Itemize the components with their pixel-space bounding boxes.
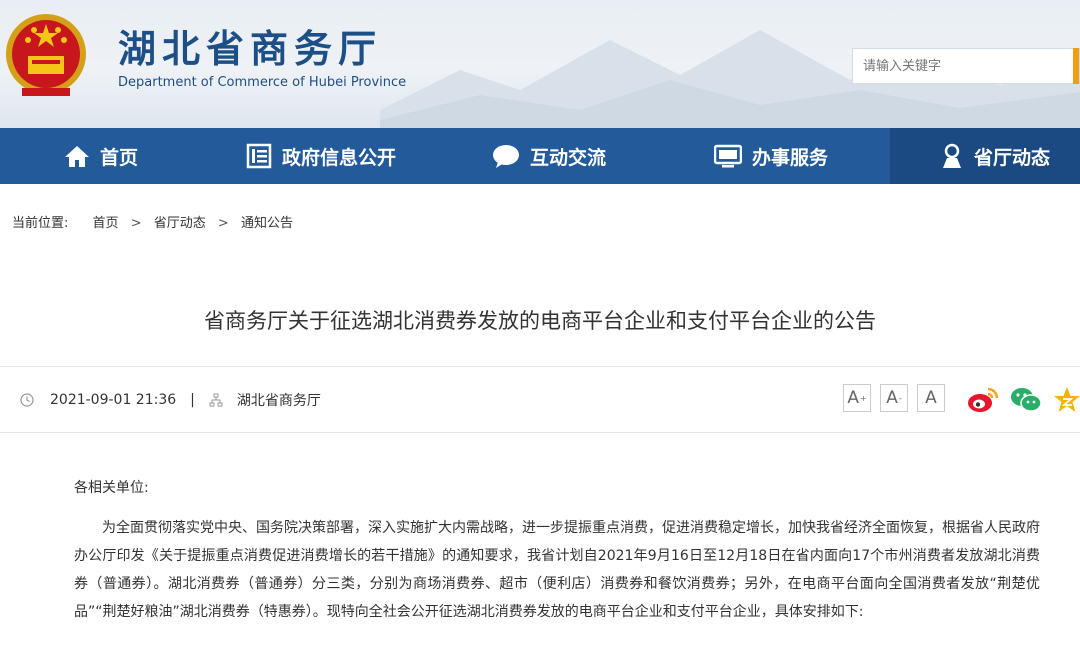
font-button-label: A [847, 388, 859, 408]
nav-item-services[interactable]: 办事服务 [714, 128, 828, 184]
search-button[interactable] [1073, 48, 1079, 84]
article-body: 各相关单位: 为全面贯彻落实党中央、国务院决策部署，深入实施扩大内需战略，进一步… [74, 474, 1040, 626]
qzone-icon[interactable] [1054, 386, 1080, 414]
breadcrumb-dept-news[interactable]: 省厅动态 [154, 216, 206, 231]
sitemap-icon [209, 393, 223, 407]
font-button-label: A [886, 388, 898, 408]
search-input[interactable] [853, 49, 1073, 83]
nav-label: 政府信息公开 [282, 146, 397, 169]
site-subtitle: Department of Commerce of Hubei Province [118, 75, 407, 90]
article-meta: 2021-09-01 21:36 | 湖北省商务厅 [20, 390, 321, 410]
nav-label: 省厅动态 [974, 146, 1051, 169]
breadcrumb-separator: > [217, 216, 229, 231]
font-decrease-button[interactable]: A- [880, 384, 908, 412]
weibo-icon[interactable] [967, 386, 999, 414]
divider [0, 366, 1080, 367]
font-increase-button[interactable]: A + [843, 384, 871, 412]
breadcrumb-separator: > [130, 216, 142, 231]
nav-item-home[interactable]: 首页 [64, 128, 138, 184]
article-greeting: 各相关单位: [74, 480, 149, 496]
divider [0, 432, 1080, 433]
nav-item-interaction[interactable]: 互动交流 [492, 128, 606, 184]
site-header: 湖北省商务厅 Department of Commerce of Hubei P… [0, 0, 1080, 128]
article-title: 省商务厅关于征选湖北消费券发放的电商平台企业和支付平台企业的公告 [204, 309, 876, 333]
font-reset-button[interactable]: A [917, 384, 945, 412]
breadcrumb-home[interactable]: 首页 [93, 216, 119, 231]
font-button-label: A [925, 388, 937, 408]
monitor-icon [714, 144, 742, 168]
main-nav: 首页 政府信息公开 互动交流 办事服务 省厅动态 [0, 128, 1080, 184]
minus-icon: - [898, 393, 902, 403]
search-box [852, 48, 1080, 84]
breadcrumb: 当前位置: 首页 > 省厅动态 > 通知公告 [12, 212, 293, 231]
home-icon [65, 146, 89, 167]
publish-datetime: 2021-09-01 21:36 [50, 392, 177, 408]
document-icon [246, 143, 272, 169]
plus-icon: + [859, 393, 867, 403]
nav-item-dept-news[interactable]: 省厅动态 [890, 128, 1080, 184]
national-emblem-icon [6, 14, 86, 96]
meta-separator: | [190, 392, 195, 408]
nav-label: 办事服务 [752, 146, 829, 169]
site-title: 湖北省商务厅 [118, 26, 383, 71]
wechat-icon[interactable] [1010, 386, 1042, 414]
nav-item-gov-info[interactable]: 政府信息公开 [246, 128, 396, 184]
article-paragraph: 为全面贯彻落实党中央、国务院决策部署，深入实施扩大内需战略，进一步提振重点消费，… [74, 520, 1040, 620]
chat-bubble-icon [493, 145, 519, 168]
breadcrumb-prefix: 当前位置: [12, 216, 69, 231]
clock-icon [20, 393, 34, 407]
nav-label: 互动交流 [530, 146, 607, 169]
article-source: 湖北省商务厅 [236, 393, 321, 409]
breadcrumb-notices[interactable]: 通知公告 [241, 216, 293, 231]
nav-label: 首页 [100, 146, 139, 169]
news-person-icon [943, 143, 961, 168]
